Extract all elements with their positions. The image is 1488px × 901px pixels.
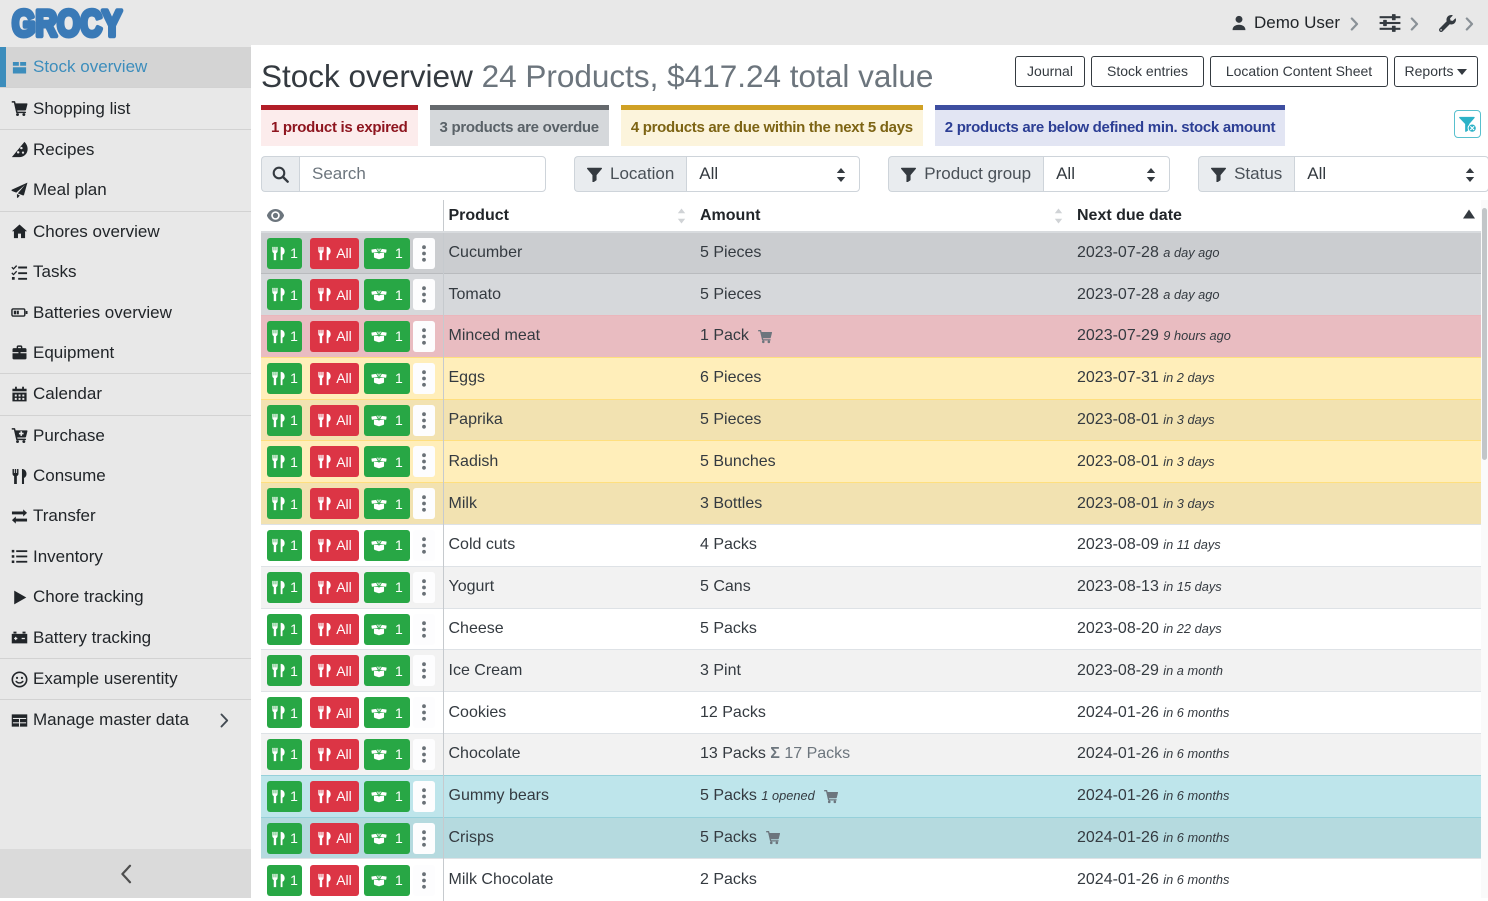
svg-text:GROCY: GROCY: [12, 3, 122, 43]
